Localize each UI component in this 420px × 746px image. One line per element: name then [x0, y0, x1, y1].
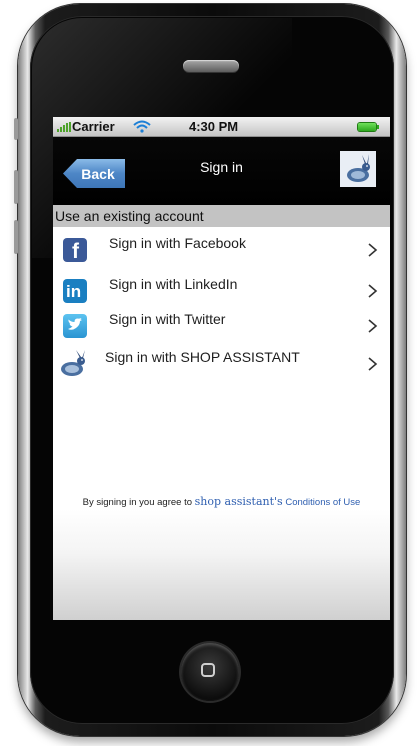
section-header: Use an existing account [53, 205, 390, 227]
sign-in-linkedin-label: Sign in with LinkedIn [109, 276, 238, 292]
sign-in-shop-assistant-row[interactable]: Sign in with SHOP ASSISTANT [53, 346, 390, 382]
app-logo-rabbit-icon [340, 151, 376, 187]
volume-down-button [14, 220, 18, 254]
shop-assistant-rabbit-icon [59, 350, 89, 378]
wifi-icon [133, 120, 151, 136]
chevron-right-icon [368, 357, 378, 371]
twitter-icon [63, 314, 87, 338]
chevron-right-icon [368, 319, 378, 333]
battery-icon [358, 123, 379, 131]
signal-strength-icon [57, 122, 71, 132]
volume-up-button [14, 170, 18, 204]
sign-in-twitter-row[interactable]: Sign in with Twitter [53, 308, 390, 344]
terms-brand: shop assistant's [194, 495, 283, 508]
status-bar: Carrier 4:30 PM [53, 117, 390, 137]
sign-in-facebook-label: Sign in with Facebook [109, 235, 246, 251]
facebook-icon: f [63, 238, 87, 263]
app-screen: Carrier 4:30 PM Back Sign in Use an exis… [53, 117, 390, 620]
sign-in-linkedin-row[interactable]: in Sign in with LinkedIn [53, 273, 390, 309]
screen-bottom-gradient [53, 509, 390, 620]
home-button[interactable] [181, 643, 239, 701]
sign-in-twitter-label: Sign in with Twitter [109, 311, 226, 327]
conditions-of-use-link[interactable]: Conditions of Use [285, 497, 360, 508]
status-time: 4:30 PM [189, 119, 239, 134]
linkedin-icon: in [63, 279, 87, 303]
terms-notice: By signing in you agree to shop assistan… [53, 495, 390, 508]
earpiece-speaker [183, 60, 239, 72]
carrier-name: Carrier [72, 119, 115, 134]
chevron-right-icon [368, 243, 378, 257]
silent-switch [14, 118, 18, 140]
sign-in-shop-assistant-label: Sign in with SHOP ASSISTANT [105, 349, 300, 365]
sign-in-facebook-row[interactable]: f Sign in with Facebook [53, 232, 390, 268]
terms-prefix: By signing in you agree to [82, 497, 192, 508]
navigation-bar: Back Sign in [53, 137, 390, 205]
chevron-right-icon [368, 284, 378, 298]
home-square-icon [201, 663, 215, 677]
